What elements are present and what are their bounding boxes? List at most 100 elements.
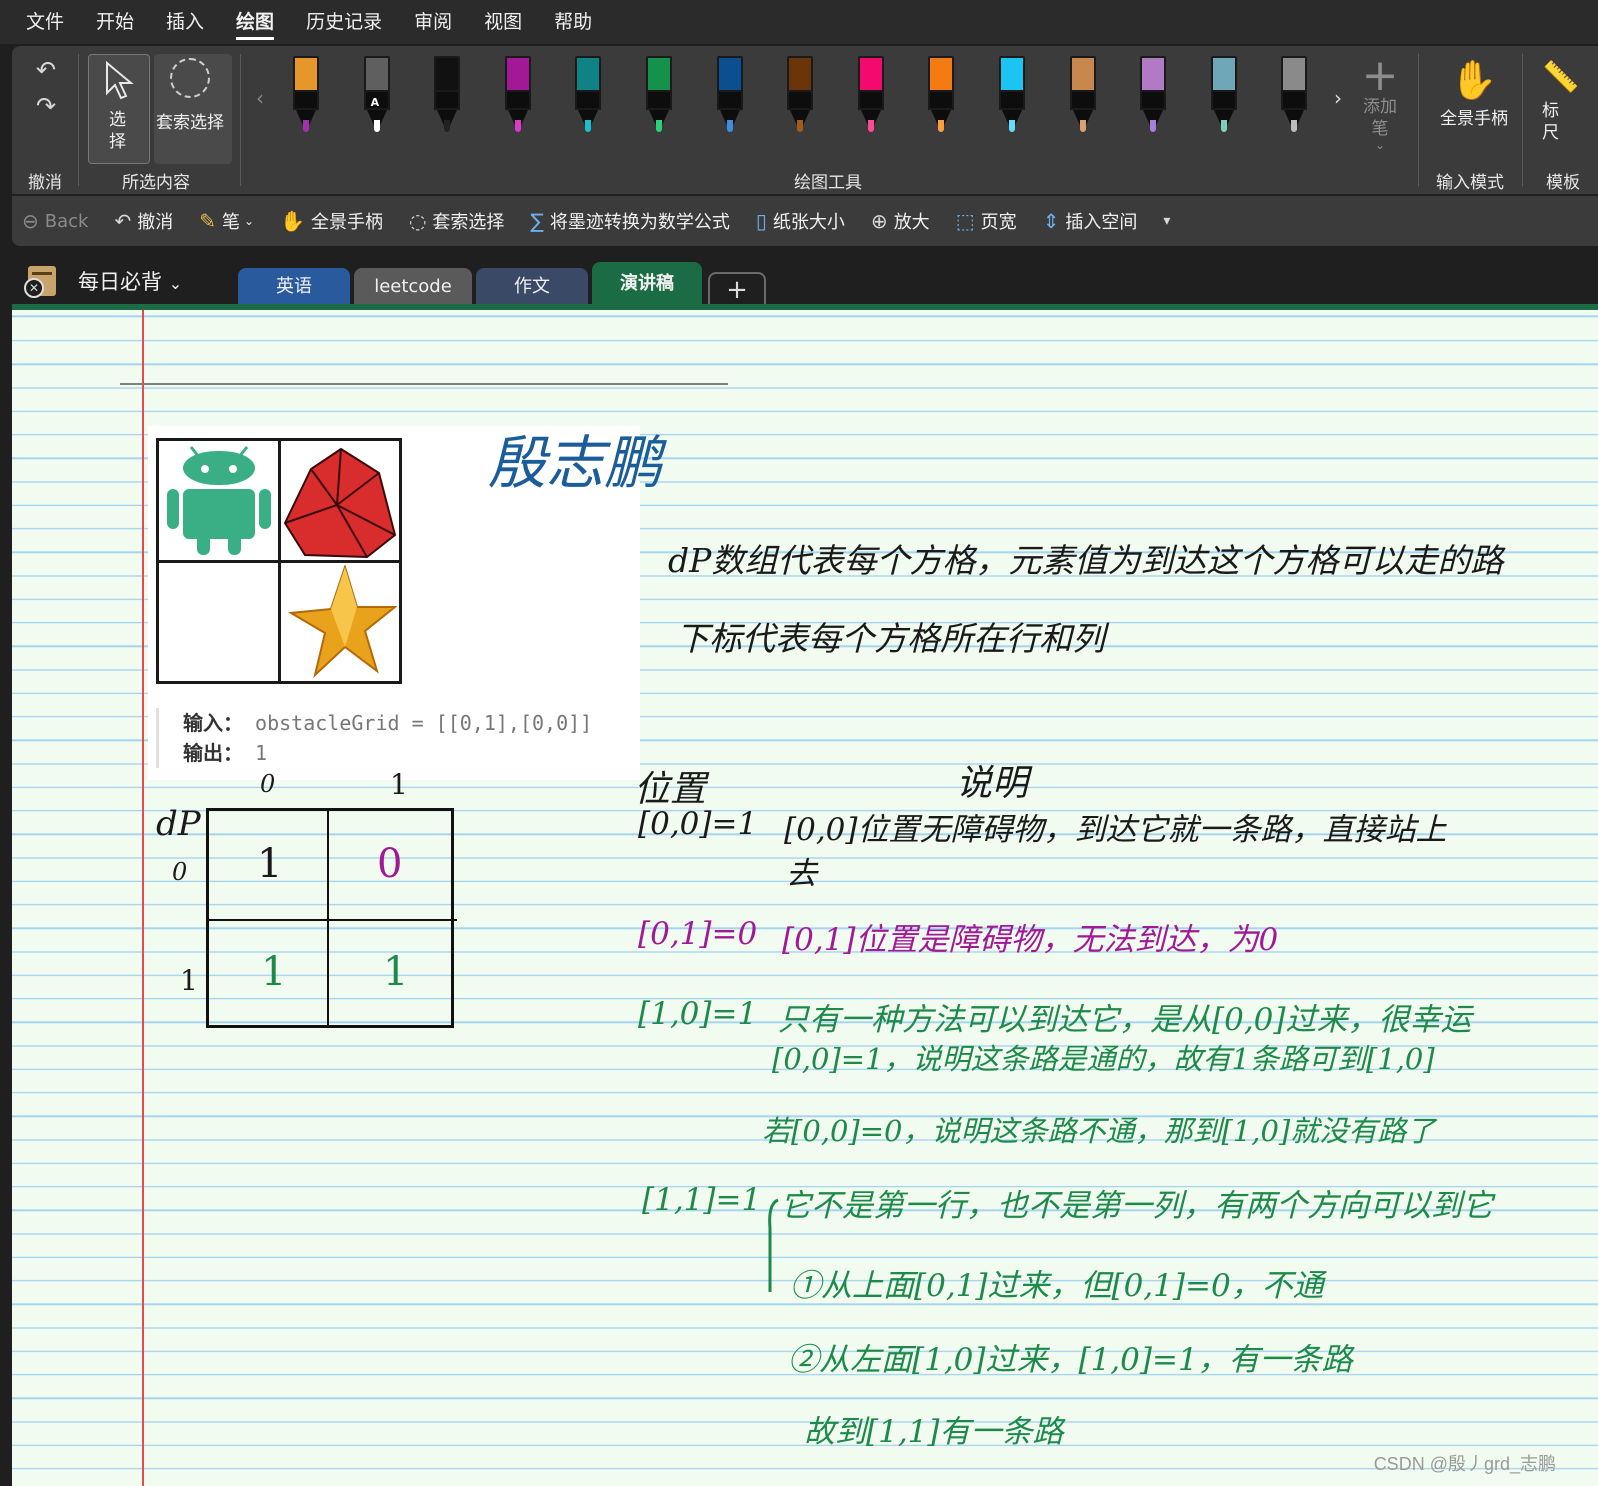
pen-swatch[interactable]: A xyxy=(359,56,395,136)
pen-body xyxy=(716,92,743,110)
pen-cap xyxy=(646,56,672,92)
pen-swatch[interactable] xyxy=(923,56,959,136)
back-button[interactable]: ⊖ Back xyxy=(22,209,88,233)
pen-nib xyxy=(303,120,309,132)
add-pen-chevron-icon: ⌄ xyxy=(1374,138,1386,152)
dp-table-name: dP xyxy=(156,804,201,844)
pen-swatch[interactable] xyxy=(429,56,465,136)
pen-body xyxy=(504,92,531,110)
lasso-select-button[interactable]: 套索选择 xyxy=(154,54,232,164)
tab-essay[interactable]: 作文 xyxy=(476,268,588,306)
brace-mark xyxy=(768,1198,779,1292)
dp-col-header: 1 xyxy=(390,768,408,801)
menu-file[interactable]: 文件 xyxy=(26,0,64,44)
pen-swatch[interactable] xyxy=(1276,56,1312,136)
dp-cell: 1 xyxy=(261,949,287,995)
pen-swatch[interactable] xyxy=(782,56,818,136)
undo-button[interactable]: ↶ 撤消 xyxy=(114,208,173,234)
pen-swatch[interactable] xyxy=(1135,56,1171,136)
pen-cap xyxy=(363,56,390,92)
ink-to-math-button[interactable]: ∑ 将墨迹转换为数学公式 xyxy=(530,208,729,234)
chevron-down-icon: ⌄ xyxy=(244,214,255,228)
page-width-icon: ⬚ xyxy=(955,209,975,233)
page-title-field[interactable] xyxy=(120,383,728,385)
note-page[interactable]: 输入： obstacleGrid = [[0,1],[0,0]] 输出： 1 殷… xyxy=(12,310,1598,1486)
dp-row-header: 1 xyxy=(180,964,198,997)
ruby-obstacle-icon xyxy=(283,447,397,559)
pen-cap xyxy=(1281,56,1308,92)
lasso-label: 套索选择 xyxy=(156,113,224,133)
pen-swatch[interactable] xyxy=(570,56,606,136)
menu-history[interactable]: 历史记录 xyxy=(306,0,382,44)
back-arrow-icon: ⊖ xyxy=(22,209,39,233)
pen-swatch[interactable] xyxy=(288,56,324,136)
tab-english[interactable]: 英语 xyxy=(238,268,350,306)
redo-icon[interactable]: ↷ xyxy=(36,92,66,120)
row-explain: [0,1]位置是障碍物，无法到达，为0 xyxy=(782,922,1279,958)
menu-view[interactable]: 视图 xyxy=(484,0,522,44)
pens-scroll-left-icon[interactable]: ‹ xyxy=(256,86,264,110)
quick-access-toolbar: ⊖ Back ↶ 撤消 ✎ 笔 ⌄ ✋ 全景手柄 ◌ 套索选择 ∑ 将墨迹转换为数学公式 ▯ 纸… xyxy=(12,196,1598,246)
output-value: 1 xyxy=(255,741,268,765)
undo-icon[interactable]: ↶ xyxy=(36,56,66,84)
select-button[interactable]: 选择 xyxy=(88,54,150,164)
template-group-label: 模板 xyxy=(1546,173,1580,193)
pens-scroll-right-icon[interactable]: › xyxy=(1334,86,1342,110)
tab-speech[interactable]: 演讲稿 xyxy=(592,262,702,306)
menu-insert[interactable]: 插入 xyxy=(166,0,204,44)
full-hand-qat-button[interactable]: ✋ 全景手柄 xyxy=(280,208,383,234)
pen-body xyxy=(1281,92,1308,110)
insert-space-label: 插入空间 xyxy=(1065,212,1138,233)
pen-nib xyxy=(1009,120,1015,132)
lasso-label: 套索选择 xyxy=(432,212,505,233)
paper-size-label: 纸张大小 xyxy=(772,212,845,233)
pen-nib xyxy=(444,120,451,132)
zoom-in-icon: ⊕ xyxy=(870,209,888,233)
row-position: [0,1]=0 xyxy=(638,916,758,952)
insert-space-icon: ⇕ xyxy=(1042,209,1060,233)
undo-icon: ↶ xyxy=(114,209,132,233)
zoom-in-button[interactable]: ⊕ 放大 xyxy=(871,208,930,234)
pen-swatch[interactable] xyxy=(712,56,748,136)
add-section-button[interactable]: + xyxy=(708,272,766,306)
row-sub-explain: ①从上面[0,1]过来，但[0,1]=0，不通 xyxy=(790,1268,1324,1304)
ruler-button[interactable]: 📏 标尺 xyxy=(1542,56,1598,144)
add-pen-button[interactable]: + 添加笔 ⌄ xyxy=(1358,54,1402,152)
pen-swatch[interactable] xyxy=(1206,56,1242,136)
pen-cap xyxy=(504,56,531,92)
menu-draw[interactable]: 绘图 xyxy=(236,0,275,44)
pen-swatch[interactable] xyxy=(853,56,889,136)
pen-swatch[interactable] xyxy=(641,56,677,136)
notebook-selector[interactable]: 每日必背 ⌄ xyxy=(78,266,182,296)
pen-label: 笔 xyxy=(222,212,240,233)
pen-nib xyxy=(373,120,380,132)
menu-review[interactable]: 审阅 xyxy=(414,0,452,44)
pen-body xyxy=(857,92,884,110)
pen-swatch[interactable] xyxy=(1065,56,1101,136)
pen-nib xyxy=(867,120,874,132)
output-label: 输出： xyxy=(183,741,243,765)
menu-home[interactable]: 开始 xyxy=(96,0,134,44)
tab-leetcode[interactable]: leetcode xyxy=(354,268,472,306)
pen-nib xyxy=(938,120,945,132)
paper-size-button[interactable]: ▯ 纸张大小 xyxy=(756,208,845,234)
menu-help[interactable]: 帮助 xyxy=(554,0,592,44)
qat-overflow-button[interactable]: ▾ xyxy=(1163,213,1176,229)
lasso-qat-button[interactable]: ◌ 套索选择 xyxy=(409,208,504,234)
star-goal-icon xyxy=(287,565,397,678)
close-notebook-icon[interactable]: ✕ xyxy=(24,278,44,298)
chevron-down-icon: ⌄ xyxy=(168,274,183,293)
zoom-label: 放大 xyxy=(893,212,930,233)
drawing-tools-label: 绘图工具 xyxy=(794,173,862,193)
pen-swatch[interactable] xyxy=(500,56,536,136)
pen-cap xyxy=(1069,56,1096,92)
ribbon-divider xyxy=(1418,54,1419,186)
pen-swatch[interactable] xyxy=(994,56,1030,136)
pen-dropdown[interactable]: ✎ 笔 ⌄ xyxy=(199,208,254,234)
ink-to-math-label: 将墨迹转换为数学公式 xyxy=(549,212,730,233)
chevron-down-icon: ▾ xyxy=(1163,213,1171,229)
full-hand-button[interactable]: ✋ 全景手柄 xyxy=(1434,56,1514,129)
hand-icon: ✋ xyxy=(280,209,305,233)
page-width-button[interactable]: ⬚ 页宽 xyxy=(956,208,1017,234)
insert-space-button[interactable]: ⇕ 插入空间 xyxy=(1043,208,1138,234)
